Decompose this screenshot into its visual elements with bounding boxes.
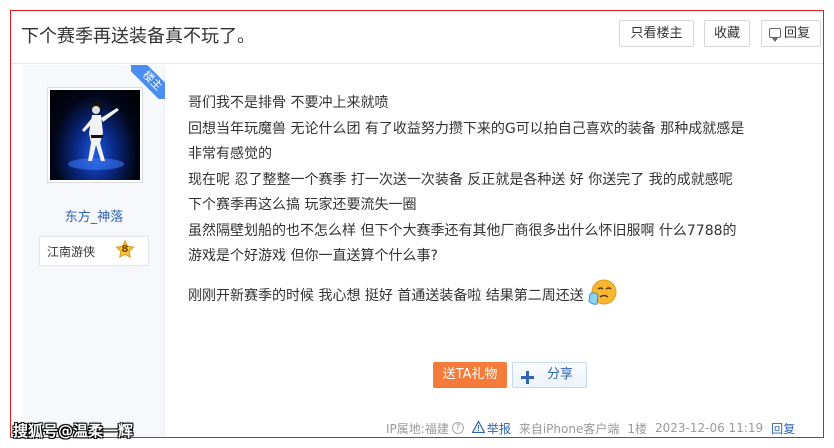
floor-number: 1楼 (627, 421, 647, 436)
avatar[interactable] (47, 87, 143, 183)
favorite-button[interactable]: 收藏 (704, 20, 750, 47)
level-star-icon: 8 (114, 239, 136, 262)
reply-button[interactable]: 回复 (761, 20, 821, 47)
reply-button-label: 回复 (784, 26, 811, 41)
report-link[interactable]: 举报 (471, 419, 511, 437)
level-name: 江南游侠 (47, 245, 96, 259)
post-line: 回想当年玩魔兽 无论什么团 有了收益努力攒下来的G可以拍自己喜欢的装备 那种成就… (188, 120, 745, 137)
post-line: 游戏是个好游戏 但你一直送算个什么事? (188, 248, 438, 264)
report-label: 举报 (486, 421, 511, 436)
ip-location: IP属地:福建 (386, 421, 449, 436)
post-last-line-text: 刚刚开新赛季的时候 我心想 挺好 首通送装备啦 结果第二周还送 (188, 287, 584, 304)
thread-title: 下个赛季再送装备真不玩了。 (21, 26, 255, 47)
share-plus-icon (521, 369, 534, 384)
thread-header: 下个赛季再送装备真不玩了。 只看楼主 收藏 回复 (11, 11, 823, 64)
share-button[interactable]: 分享 (512, 362, 587, 388)
footer-reply-link[interactable]: 回复 (771, 420, 795, 437)
post-content: 哥们我不是排骨 不要冲上来就喷 回想当年玩魔兽 无论什么团 有了收益努力攒下来的… (188, 91, 808, 309)
share-label: 分享 (547, 367, 574, 382)
warning-icon (471, 419, 486, 433)
help-question-icon[interactable]: ? (451, 422, 464, 434)
level-badge-box[interactable]: 江南游侠 8 (39, 236, 149, 266)
post-line: 哥们我不是排骨 不要冲上来就喷 (188, 95, 389, 111)
author-sidebar: 楼主 东方_神落 江南游侠 8 (23, 65, 165, 437)
sick-face-emoji-icon (588, 278, 618, 308)
level-number: 8 (121, 244, 129, 255)
post-line: 非常有感觉的 (188, 146, 272, 162)
avatar-dancer-silhouette (68, 101, 124, 170)
post-last-line: 刚刚开新赛季的时候 我心想 挺好 首通送装备啦 结果第二周还送 (188, 278, 808, 310)
post-footer: IP属地:福建 ? 举报 来自iPhone客户端 1楼 2023-12-06 1… (386, 419, 795, 437)
send-gift-button[interactable]: 送TA礼物 (433, 362, 507, 388)
avatar-image (50, 90, 140, 180)
post-line: 虽然隔壁划船的也不怎么样 但下个大赛季还有其他厂商很多出什么怀旧服啊 什么778… (188, 222, 737, 239)
client-source[interactable]: 来自iPhone客户端 (519, 420, 620, 437)
reply-icon (769, 28, 781, 42)
post-line: 现在呢 忍了整整一个赛季 打一次送一次装备 反正就是各种送 好 你送完了 我的成… (188, 171, 733, 188)
only-op-button[interactable]: 只看楼主 (619, 20, 694, 47)
watermark: 搜狐号@温柔一辉 (13, 422, 134, 440)
author-username[interactable]: 东方_神落 (23, 206, 165, 225)
post-line: 下个赛季再这么搞 玩家还要流失一圈 (188, 197, 417, 213)
post-timestamp: 2023-12-06 11:19 (655, 421, 764, 435)
